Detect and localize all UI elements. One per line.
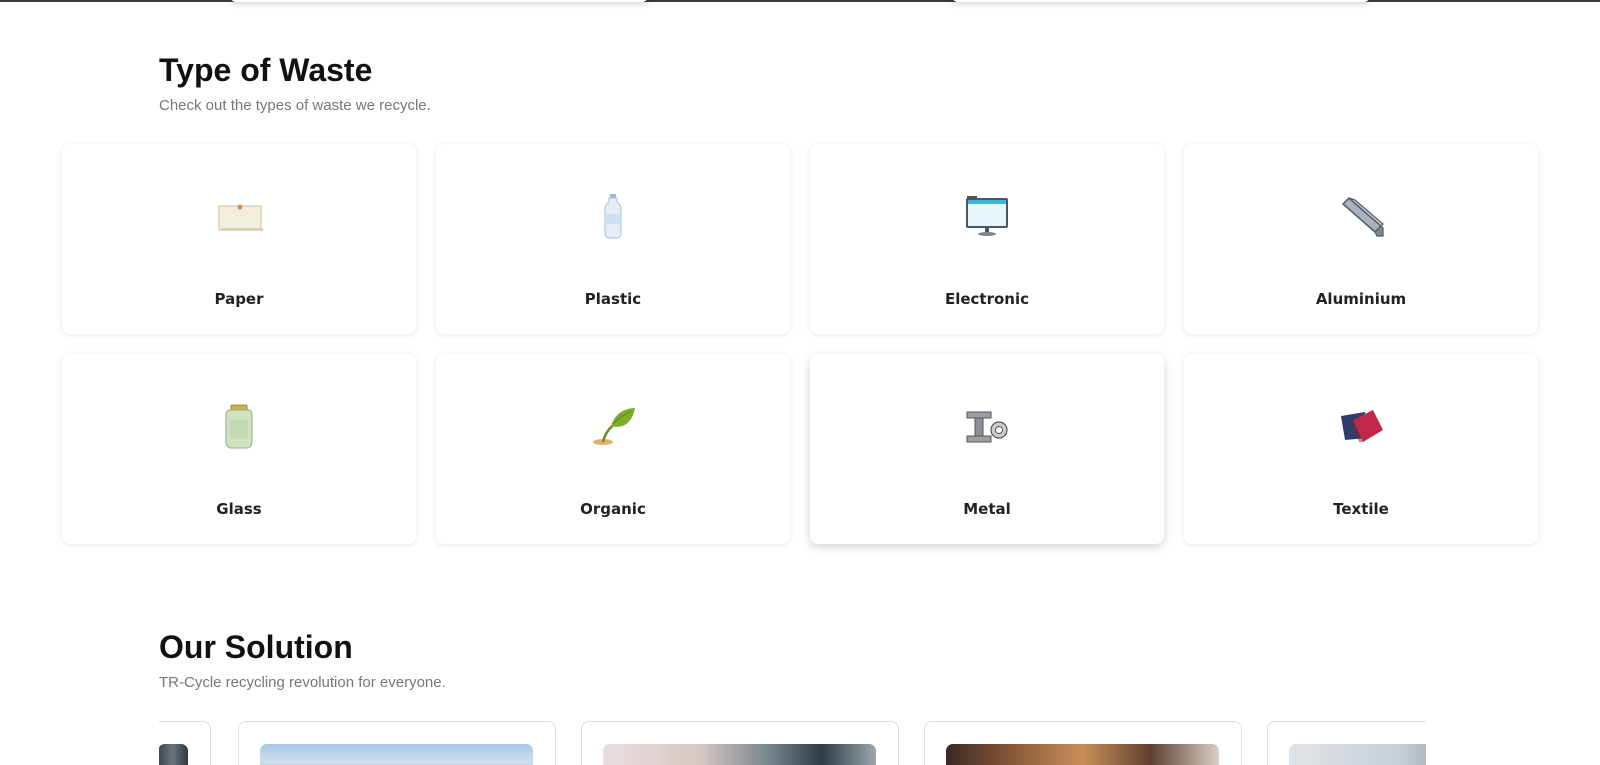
metal-beam-icon xyxy=(966,411,1008,443)
solution-card-image xyxy=(260,744,533,765)
waste-label: Electronic xyxy=(944,290,1030,308)
solution-carousel[interactable] xyxy=(159,720,1426,765)
waste-card-paper[interactable]: Paper xyxy=(62,144,416,334)
paper-icon xyxy=(218,204,263,231)
solution-card-image xyxy=(159,744,188,765)
waste-label: Organic xyxy=(580,500,646,518)
waste-label: Metal xyxy=(963,500,1011,518)
solution-card-image xyxy=(946,744,1219,765)
solution-card[interactable] xyxy=(159,721,211,765)
previous-section-card[interactable] xyxy=(230,0,648,2)
plastic-bottle-icon xyxy=(604,194,622,239)
solution-card[interactable] xyxy=(924,721,1242,765)
waste-label: Glass xyxy=(216,500,262,518)
waste-section-subtitle: Check out the types of waste we recycle. xyxy=(159,97,431,114)
waste-section-title: Type of Waste xyxy=(159,52,373,88)
waste-type-grid: Paper Plastic Electronic Aluminium Glass… xyxy=(62,144,1539,544)
waste-label: Paper xyxy=(214,290,264,308)
solution-card[interactable] xyxy=(1267,721,1426,765)
waste-label: Aluminium xyxy=(1315,290,1407,308)
waste-card-plastic[interactable]: Plastic xyxy=(436,144,790,334)
previous-section-card[interactable] xyxy=(952,0,1370,2)
fabric-icon xyxy=(1341,410,1383,442)
leaf-sprout-icon xyxy=(593,408,635,445)
aluminium-bar-icon xyxy=(1341,196,1384,237)
solution-card[interactable] xyxy=(581,721,899,765)
solution-card[interactable] xyxy=(238,721,556,765)
solution-card-image xyxy=(603,744,876,765)
waste-card-metal[interactable]: Metal xyxy=(810,354,1164,544)
monitor-icon xyxy=(966,196,1008,236)
glass-jar-icon xyxy=(225,404,253,449)
waste-card-textile[interactable]: Textile xyxy=(1184,354,1538,544)
solution-section-subtitle: TR-Cycle recycling revolution for everyo… xyxy=(159,674,446,691)
waste-label: Plastic xyxy=(584,290,642,308)
solution-section-title: Our Solution xyxy=(159,629,353,665)
solution-card-image xyxy=(1289,744,1426,765)
waste-card-electronic[interactable]: Electronic xyxy=(810,144,1164,334)
waste-card-glass[interactable]: Glass xyxy=(62,354,416,544)
waste-label: Textile xyxy=(1333,500,1389,518)
waste-card-aluminium[interactable]: Aluminium xyxy=(1184,144,1538,334)
waste-card-organic[interactable]: Organic xyxy=(436,354,790,544)
